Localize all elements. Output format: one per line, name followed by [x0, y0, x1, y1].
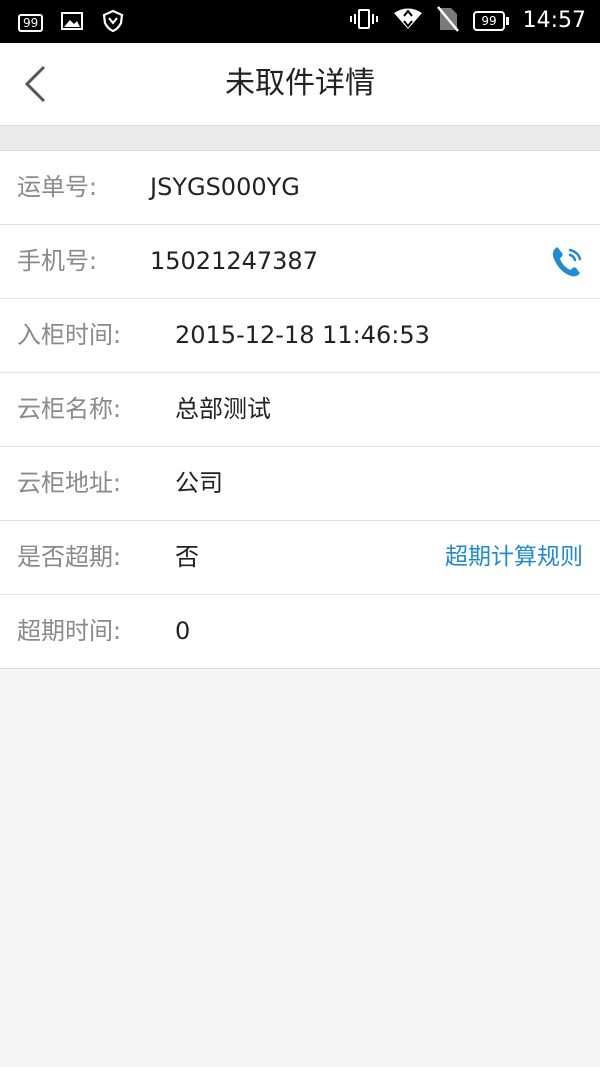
detail-row-overdue: 是否超期: 否 超期计算规则	[0, 521, 600, 595]
overdue-time-value: 0	[175, 617, 191, 645]
image-icon	[61, 11, 84, 35]
status-bar-right: 99 14:57	[349, 6, 586, 36]
locker-address-value: 公司	[175, 469, 223, 497]
locker-name-value: 总部测试	[175, 395, 271, 423]
phone-value: 15021247387	[150, 247, 318, 275]
waybill-label: 运单号:	[17, 173, 98, 201]
status-bar-left: 99	[18, 9, 125, 37]
detail-row-overdue-time: 超期时间: 0	[0, 595, 600, 668]
battery-level: 99	[473, 11, 505, 31]
phone-label: 手机号:	[17, 247, 98, 275]
detail-row-waybill: 运单号: JSYGS000YG	[0, 151, 600, 225]
detail-list: 运单号: JSYGS000YG 手机号: 15021247387 入柜时间: 2…	[0, 151, 600, 669]
shield-icon	[101, 9, 125, 37]
battery-indicator: 99	[473, 11, 509, 31]
phone-call-icon	[552, 247, 582, 277]
overdue-rule-link[interactable]: 超期计算规则	[445, 521, 583, 594]
detail-row-phone: 手机号: 15021247387	[0, 225, 600, 299]
vibrate-icon	[349, 7, 379, 35]
waybill-value: JSYGS000YG	[150, 173, 300, 201]
overdue-value: 否	[175, 543, 199, 571]
storage-time-label: 入柜时间:	[17, 321, 122, 349]
battery-tip	[505, 17, 509, 25]
status-bar: 99 99 14:57	[0, 0, 600, 43]
header-bar: 未取件详情	[0, 43, 600, 126]
chevron-left-icon	[24, 65, 46, 103]
detail-row-locker-address: 云柜地址: 公司	[0, 447, 600, 521]
section-divider	[0, 126, 600, 151]
detail-row-locker-name: 云柜名称: 总部测试	[0, 373, 600, 447]
storage-time-value: 2015-12-18 11:46:53	[175, 321, 430, 349]
detail-row-storage-time: 入柜时间: 2015-12-18 11:46:53	[0, 299, 600, 373]
locker-name-label: 云柜名称:	[17, 395, 122, 423]
overdue-time-label: 超期时间:	[17, 617, 122, 645]
back-button[interactable]	[0, 43, 70, 125]
page-title: 未取件详情	[225, 66, 375, 101]
wifi-icon	[393, 7, 423, 35]
no-sim-icon	[437, 6, 460, 36]
overdue-label: 是否超期:	[17, 543, 122, 571]
call-button[interactable]	[550, 245, 584, 279]
locker-address-label: 云柜地址:	[17, 469, 122, 497]
notification-count-badge: 99	[18, 14, 44, 32]
status-time: 14:57	[522, 8, 586, 33]
